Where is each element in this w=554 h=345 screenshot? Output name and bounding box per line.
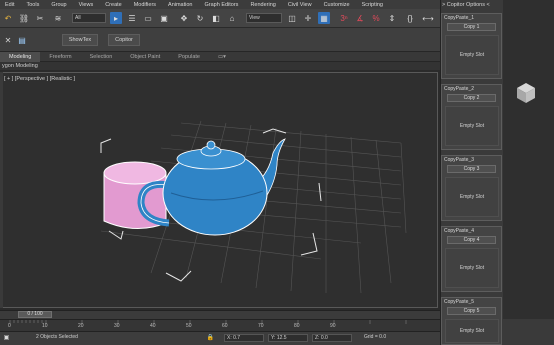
- menu-create[interactable]: Create: [100, 2, 129, 8]
- main-toolbar: ↶ ⛓ ✂ ≋ All ▸ ☰ ▭ ▣ ✥ ↻ ◧ ⌂ View ◫ ✛ ▦ 3…: [0, 9, 440, 28]
- lock-selection-icon[interactable]: 🔒: [206, 333, 215, 342]
- layer-explorer-icon[interactable]: ▤: [16, 34, 28, 46]
- select-manipulate-icon[interactable]: ✛: [302, 12, 314, 24]
- menu-scripting[interactable]: Scripting: [357, 2, 390, 8]
- angle-snap-icon[interactable]: ∡: [354, 12, 366, 24]
- paste-slot-button[interactable]: Empty Slot: [445, 177, 499, 217]
- menu-rendering[interactable]: Rendering: [245, 2, 282, 8]
- viewport-label[interactable]: [ + ] [Perspective ] [Realistic ]: [4, 76, 75, 82]
- selection-status: 2 Objects Selected: [36, 334, 78, 340]
- menu-group[interactable]: Group: [46, 2, 73, 8]
- show-tex-button[interactable]: ShowTex: [62, 34, 98, 46]
- mirror-icon[interactable]: ⟷: [422, 12, 434, 24]
- menu-civil-view[interactable]: Civil View: [283, 2, 319, 8]
- copy-paste-slot: CopyPaste_2 Copy 2 Empty Slot: [441, 84, 502, 150]
- tick-label: 60: [222, 323, 228, 329]
- paste-slot-button[interactable]: Empty Slot: [445, 106, 499, 146]
- tick-label: 0: [8, 323, 11, 329]
- percent-snap-icon[interactable]: %: [370, 12, 382, 24]
- pivot-icon[interactable]: ◫: [286, 12, 298, 24]
- copy-paste-slot: CopyPaste_5 Copy 5 Empty Slot: [441, 297, 502, 345]
- tick-label: 80: [294, 323, 300, 329]
- menu-tools[interactable]: Tools: [21, 2, 46, 8]
- menu-views[interactable]: Views: [74, 2, 101, 8]
- copy-button[interactable]: Copy 5: [447, 307, 496, 315]
- slot-title: CopyPaste_1: [444, 15, 475, 21]
- viewport-scene: [100, 120, 407, 294]
- viewcube-icon[interactable]: [516, 82, 536, 106]
- copitor-options-header[interactable]: > Copitor Options <: [442, 1, 502, 10]
- select-object-icon[interactable]: ▸: [110, 12, 122, 24]
- y-coordinate-field[interactable]: Y: 12.5: [268, 334, 308, 342]
- copy-button[interactable]: Copy 2: [447, 94, 496, 102]
- viewport-right-area: [503, 0, 554, 319]
- copy-button[interactable]: Copy 4: [447, 236, 496, 244]
- paste-slot-button[interactable]: Empty Slot: [445, 35, 499, 75]
- viewport-left-strip: [0, 72, 3, 308]
- move-icon[interactable]: ✥: [178, 12, 190, 24]
- copitor-button[interactable]: Copitor: [108, 34, 140, 46]
- paste-slot-button[interactable]: Empty Slot: [445, 319, 499, 343]
- x-coordinate-field[interactable]: X: 0.7: [224, 334, 264, 342]
- menu-graph-editors[interactable]: Graph Editors: [200, 2, 246, 8]
- tick-label: 10: [42, 323, 48, 329]
- paste-slot-button[interactable]: Empty Slot: [445, 248, 499, 288]
- maxscript-listener-icon[interactable]: ▣: [2, 333, 11, 342]
- tools-icon[interactable]: ✕: [2, 34, 14, 46]
- copy-button[interactable]: Copy 1: [447, 23, 496, 31]
- secondary-toolbar: ✕ ▤ ShowTex Copitor: [0, 28, 440, 52]
- slot-title: CopyPaste_3: [444, 157, 475, 163]
- select-by-name-icon[interactable]: ☰: [126, 12, 138, 24]
- selection-filter-dropdown[interactable]: All: [72, 13, 106, 23]
- copy-paste-slot: CopyPaste_4 Copy 4 Empty Slot: [441, 226, 502, 292]
- time-slider-thumb[interactable]: 0 / 100: [18, 311, 52, 318]
- scale-icon[interactable]: ◧: [210, 12, 222, 24]
- place-icon[interactable]: ⌂: [226, 12, 238, 24]
- copy-paste-slot: CopyPaste_1 Copy 1 Empty Slot: [441, 13, 502, 79]
- spinner-snap-icon[interactable]: ⇕: [386, 12, 398, 24]
- ribbon-panel-label: ygon Modeling: [0, 62, 440, 70]
- slot-title: CopyPaste_5: [444, 299, 475, 305]
- grid-size-label: Grid = 0.0: [364, 334, 387, 340]
- slot-title: CopyPaste_4: [444, 228, 475, 234]
- blue-teapot[interactable]: [137, 138, 286, 236]
- menu-animation[interactable]: Animation: [163, 2, 199, 8]
- copy-paste-slot: CopyPaste_3 Copy 3 Empty Slot: [441, 155, 502, 221]
- menu-customize[interactable]: Customize: [319, 2, 357, 8]
- copy-button[interactable]: Copy 3: [447, 165, 496, 173]
- tab-populate[interactable]: Populate: [169, 54, 209, 60]
- tab-object-paint[interactable]: Object Paint: [121, 54, 169, 60]
- rect-selection-icon[interactable]: ▭: [142, 12, 154, 24]
- ribbon-options-icon[interactable]: ▭▾: [209, 54, 235, 60]
- reference-coordinate-dropdown[interactable]: View: [246, 13, 282, 23]
- tab-selection[interactable]: Selection: [81, 54, 122, 60]
- link-icon[interactable]: ⛓: [18, 12, 30, 24]
- slot-title: CopyPaste_2: [444, 86, 475, 92]
- keyboard-shortcut-override-icon[interactable]: ▦: [318, 12, 330, 24]
- tick-label: 50: [186, 323, 192, 329]
- tick-label: 90: [330, 323, 336, 329]
- tick-label: 30: [114, 323, 120, 329]
- rotate-icon[interactable]: ↻: [194, 12, 206, 24]
- named-selection-icon[interactable]: {}: [404, 12, 416, 24]
- window-crossing-icon[interactable]: ▣: [158, 12, 170, 24]
- ribbon-tabs: Modeling Freeform Selection Object Paint…: [0, 51, 440, 62]
- menu-edit[interactable]: Edit: [0, 2, 21, 8]
- perspective-viewport[interactable]: [ + ] [Perspective ] [Realistic ]: [0, 72, 438, 308]
- unlink-icon[interactable]: ✂: [34, 12, 46, 24]
- time-slider[interactable]: [0, 310, 440, 319]
- z-coordinate-field[interactable]: Z: 0.0: [312, 334, 352, 342]
- tick-label: 20: [78, 323, 84, 329]
- tick-label: 40: [150, 323, 156, 329]
- tick-label: 70: [258, 323, 264, 329]
- tab-freeform[interactable]: Freeform: [40, 54, 80, 60]
- menu-modifiers[interactable]: Modifiers: [129, 2, 163, 8]
- bind-space-warp-icon[interactable]: ≋: [52, 12, 64, 24]
- undo-icon[interactable]: ↶: [2, 12, 14, 24]
- snap-toggle-icon[interactable]: 3ⁿ: [338, 12, 350, 24]
- tab-modeling[interactable]: Modeling: [0, 51, 41, 62]
